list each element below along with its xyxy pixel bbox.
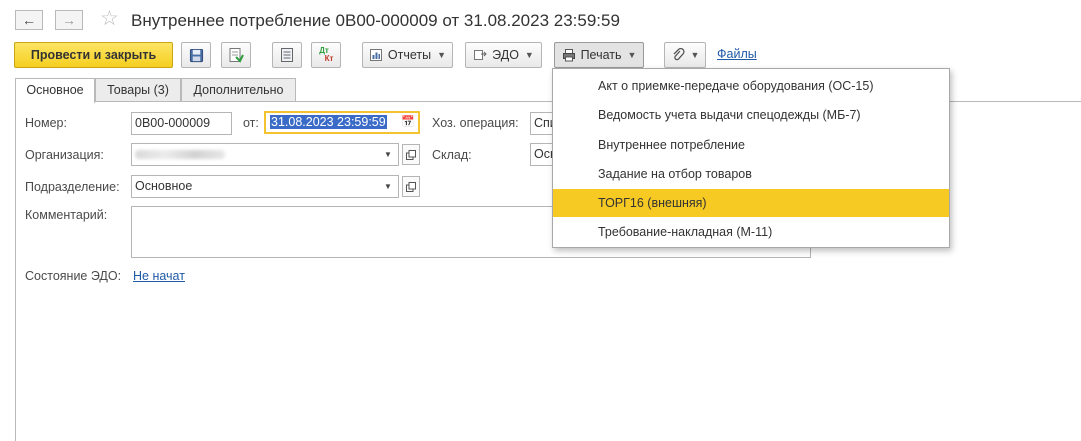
dt-kt-icon-bottom: Кт [324, 54, 334, 63]
post-button[interactable] [221, 42, 251, 68]
print-menu-item-internal-consumption[interactable]: Внутреннее потребление [553, 131, 949, 159]
post-and-close-button[interactable]: Провести и закрыть [14, 42, 173, 68]
list-document-icon [281, 48, 293, 62]
tab-additional[interactable]: Дополнительно [181, 78, 296, 102]
floppy-disk-icon [189, 48, 203, 62]
reports-button[interactable]: Отчеты ▼ [362, 42, 453, 68]
chevron-down-icon: ▼ [524, 50, 534, 60]
division-open-button[interactable] [402, 176, 420, 197]
number-field[interactable]: 0В00-000009 [131, 112, 232, 135]
edo-label: ЭДО [492, 48, 519, 62]
operation-label: Хоз. операция: [432, 116, 519, 130]
post-document-icon [229, 48, 244, 63]
dt-kt-button[interactable]: Дт Кт [311, 42, 341, 68]
warehouse-label: Склад: [432, 148, 472, 162]
report-icon [369, 49, 382, 61]
number-label: Номер: [25, 116, 67, 130]
chevron-down-icon[interactable]: ▼ [378, 176, 398, 197]
print-menu-item-picking-task[interactable]: Задание на отбор товаров [553, 160, 949, 188]
open-window-icon [406, 149, 416, 160]
files-link[interactable]: Файлы [717, 47, 757, 61]
chevron-down-icon[interactable]: ▼ [378, 144, 398, 165]
organization-open-button[interactable] [402, 144, 420, 165]
star-icon[interactable]: ☆ [100, 8, 119, 30]
calendar-icon[interactable]: 📅 [398, 113, 418, 132]
page-title: Внутреннее потребление 0В00-000009 от 31… [131, 11, 620, 30]
date-value: 31.08.2023 23:59:59 [270, 115, 387, 129]
edo-exchange-icon [474, 50, 487, 60]
edo-state-link[interactable]: Не начат [133, 269, 185, 283]
chevron-down-icon: ▼ [437, 50, 447, 60]
division-label: Подразделение: [25, 180, 120, 194]
forward-button[interactable]: → [55, 10, 83, 30]
print-label: Печать [580, 48, 622, 62]
tab-main[interactable]: Основное [15, 78, 95, 103]
division-value: Основное [135, 179, 193, 193]
division-field[interactable]: Основное ▼ [131, 175, 399, 198]
arrow-right-icon: → [62, 12, 76, 28]
chevron-down-icon: ▼ [690, 50, 700, 60]
date-field[interactable]: 31.08.2023 23:59:59 📅 [264, 111, 420, 134]
date-label: от: [243, 116, 259, 130]
print-menu-item-os15[interactable]: Акт о приемке-передаче оборудования (ОС-… [553, 72, 949, 100]
arrow-left-icon: ← [22, 12, 36, 28]
tab-goods[interactable]: Товары (3) [95, 78, 181, 102]
print-menu-item-m11[interactable]: Требование-накладная (М-11) [553, 218, 949, 246]
organization-value-blurred [135, 150, 225, 159]
paperclip-icon [673, 48, 685, 61]
print-menu-item-torg16[interactable]: ТОРГ16 (внешняя) [553, 189, 949, 217]
edo-state-label: Состояние ЭДО: [25, 269, 122, 283]
comment-label: Комментарий: [25, 208, 108, 222]
print-menu: Акт о приемке-передаче оборудования (ОС-… [552, 68, 950, 248]
document-list-button[interactable] [272, 42, 302, 68]
edo-button[interactable]: ЭДО ▼ [465, 42, 542, 68]
chevron-down-icon: ▼ [627, 50, 637, 60]
organization-field[interactable]: ▼ [131, 143, 399, 166]
reports-label: Отчеты [387, 48, 432, 62]
back-button[interactable]: ← [15, 10, 43, 30]
organization-label: Организация: [25, 148, 104, 162]
print-menu-item-mb7[interactable]: Ведомость учета выдачи спецодежды (МБ-7) [553, 101, 949, 129]
save-button[interactable] [181, 42, 211, 68]
printer-icon [562, 49, 575, 62]
attachments-button[interactable]: ▼ [664, 42, 706, 68]
open-window-icon [406, 181, 416, 192]
print-button[interactable]: Печать ▼ [554, 42, 644, 68]
